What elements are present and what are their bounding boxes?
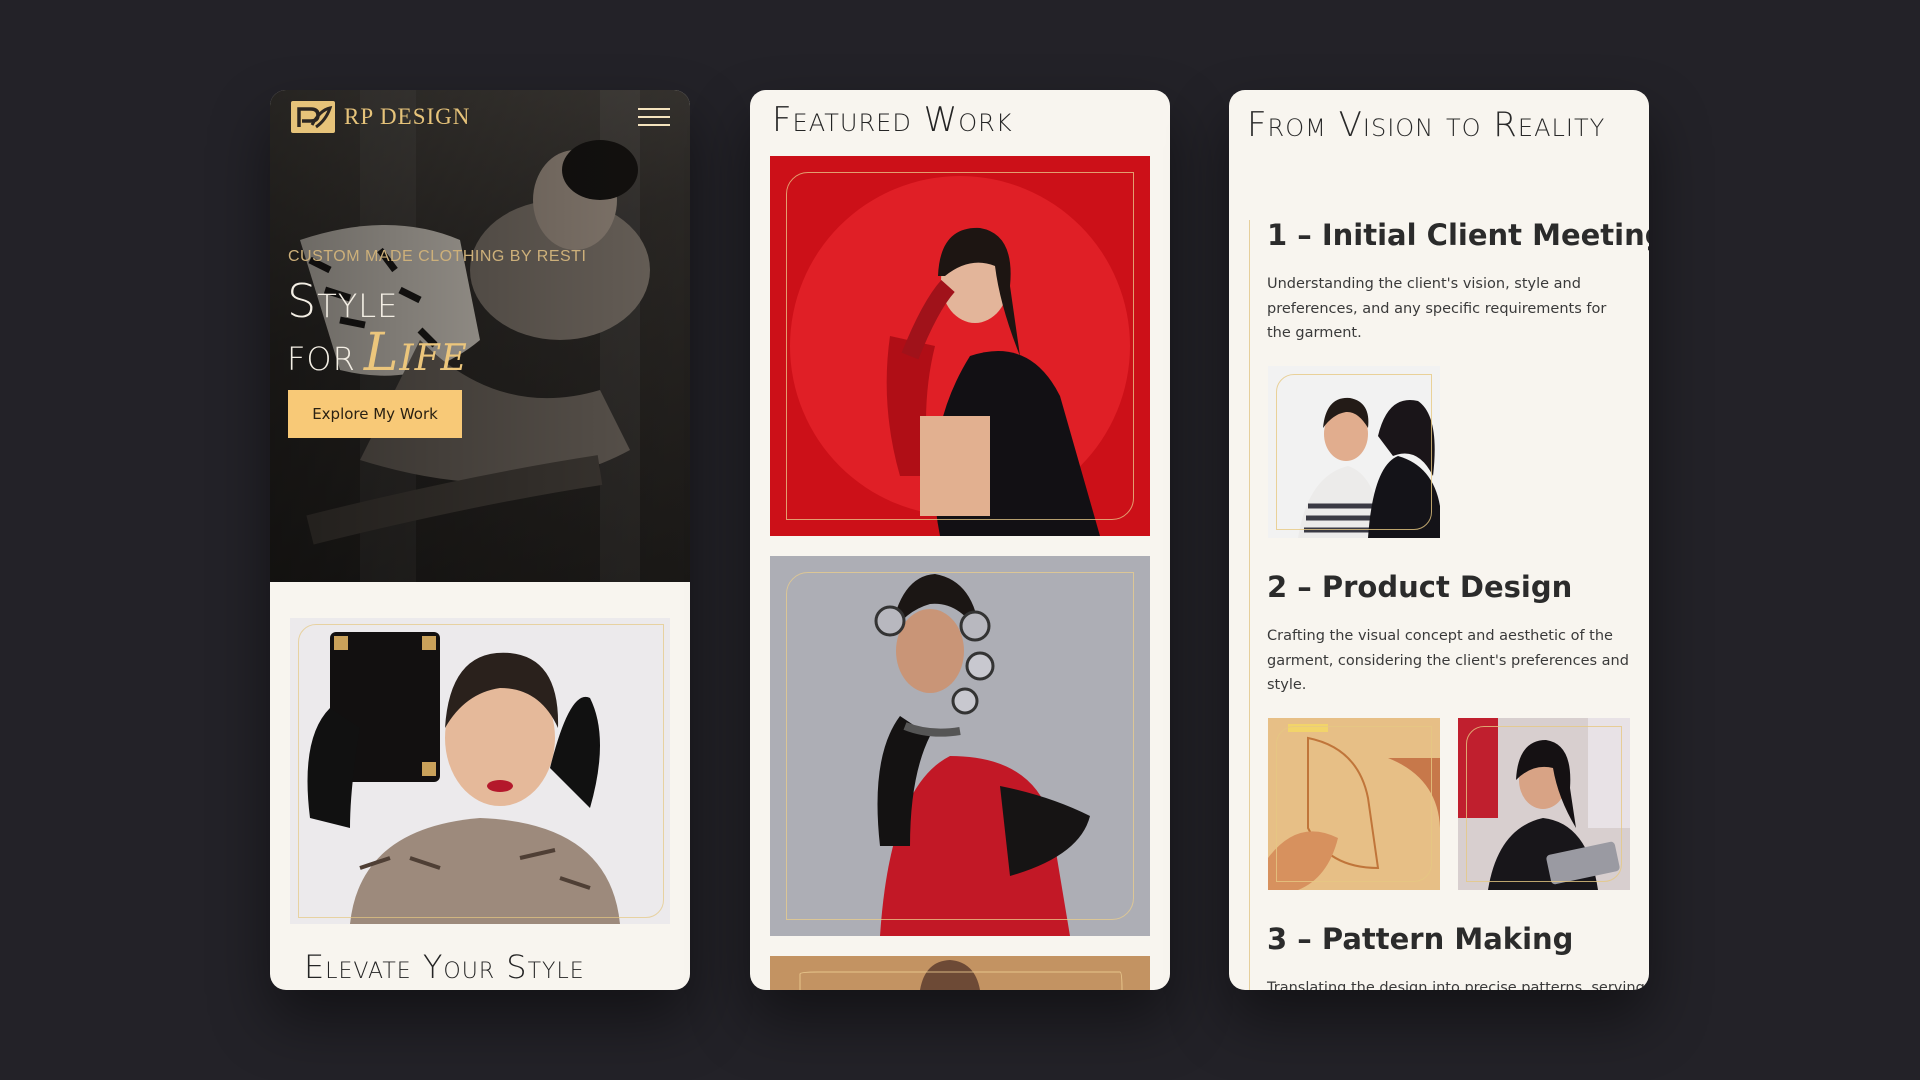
step-2-image-sketch[interactable] (1268, 718, 1440, 890)
image-frame (1466, 726, 1622, 882)
step-2-title: 2 – Product Design (1267, 570, 1573, 604)
brand-name: RP DESIGN (344, 104, 471, 129)
step-3-title: 3 – Pattern Making (1267, 922, 1574, 956)
explore-my-work-button[interactable]: Explore My Work (288, 390, 462, 438)
process-title: From Vision to Reality (1247, 105, 1606, 145)
image-frame (298, 624, 664, 918)
home-screen-mockup: RP DESIGN CUSTOM MADE CLOTHING BY RESTI … (270, 90, 690, 990)
image-frame (786, 572, 1134, 920)
step-2-description: Crafting the visual concept and aestheti… (1267, 628, 1629, 693)
hero-title: Style for Life (287, 275, 468, 380)
work-image-red-dress[interactable] (770, 156, 1150, 536)
hero-kicker: CUSTOM MADE CLOTHING BY RESTI (288, 248, 587, 265)
hero-section: RP DESIGN CUSTOM MADE CLOTHING BY RESTI … (270, 90, 690, 582)
featured-work-title: Featured Work (772, 100, 1013, 140)
step-2-image-drawing[interactable] (1458, 718, 1630, 890)
hero-title-line1: Style (287, 274, 399, 328)
rp-monogram-icon (291, 101, 335, 133)
brand-logo[interactable]: RP DESIGN (290, 100, 470, 134)
work-image-curlers-look[interactable] (770, 556, 1150, 936)
model-tan-backdrop-photo (770, 956, 1150, 990)
image-frame (1276, 726, 1432, 882)
featured-work-screen-mockup: Featured Work (750, 90, 1170, 990)
featured-portrait-image[interactable] (290, 618, 670, 924)
hero-title-script: Life (363, 323, 468, 383)
hero-title-line2: for (287, 327, 356, 381)
elevate-section-title: Elevate Your Style (304, 948, 585, 986)
step-1-image[interactable] (1268, 366, 1440, 538)
step-3-description: Translating the design into precise patt… (1267, 980, 1645, 990)
process-screen-mockup: From Vision to Reality 1 – Initial Clien… (1229, 90, 1649, 990)
hamburger-menu-icon[interactable] (638, 108, 670, 128)
step-1-description: Understanding the client's vision, style… (1267, 276, 1607, 341)
image-frame (786, 172, 1134, 520)
timeline-line (1249, 220, 1250, 990)
step-1-title: 1 – Initial Client Meeting (1267, 218, 1649, 252)
image-frame (1276, 374, 1432, 530)
work-image-third[interactable] (770, 956, 1150, 990)
